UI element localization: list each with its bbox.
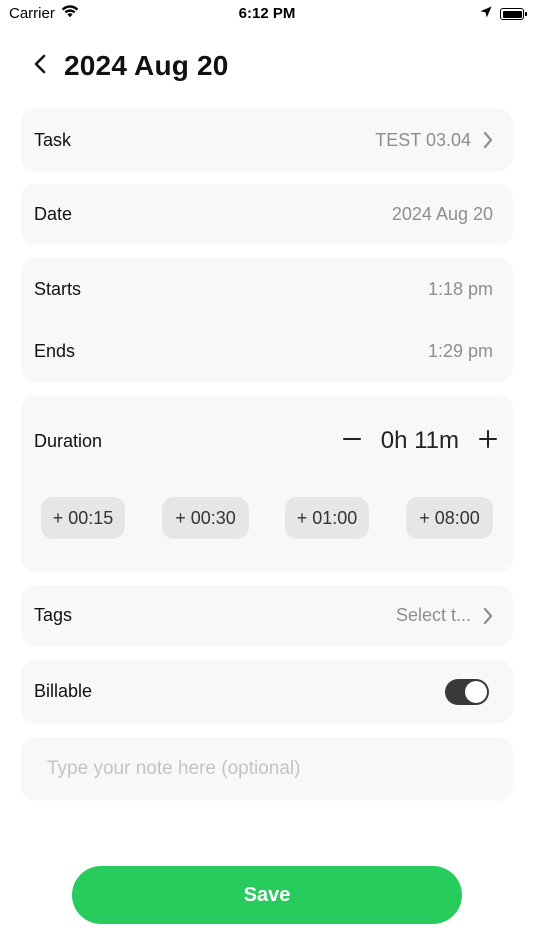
duration-stepper: 0h 11m: [342, 427, 497, 455]
duration-row: Duration 0h 11m: [21, 411, 513, 471]
task-row[interactable]: Task TEST 03.04: [21, 109, 513, 171]
starts-value: 1:18 pm: [427, 278, 493, 299]
billable-row: Billable: [21, 660, 513, 723]
billable-label: Billable: [34, 681, 93, 701]
battery-icon: [500, 8, 527, 20]
billable-card: Billable: [21, 660, 513, 723]
chevron-right-icon: [483, 131, 493, 149]
starts-label: Starts: [34, 278, 82, 299]
date-card[interactable]: Date 2024 Aug 20: [21, 184, 513, 245]
note-input[interactable]: [21, 737, 513, 801]
date-value: 2024 Aug 20: [391, 204, 493, 224]
toggle-knob: [465, 680, 487, 703]
quick-add-15m-button[interactable]: + 00:15: [41, 497, 125, 539]
status-bar: Carrier 6:12 PM: [0, 0, 534, 28]
duration-label: Duration: [34, 430, 103, 451]
date-label: Date: [34, 204, 73, 224]
location-arrow-icon: [480, 5, 492, 23]
tags-card[interactable]: Tags Select t...: [21, 585, 513, 646]
note-card: [21, 737, 513, 801]
ends-row[interactable]: Ends 1:29 pm: [21, 320, 513, 382]
tags-label: Tags: [34, 605, 73, 625]
chevron-right-icon: [483, 607, 493, 625]
task-value: TEST 03.04: [375, 129, 471, 150]
page-title: 2024 Aug 20: [64, 50, 229, 81]
increase-duration-button[interactable]: [479, 429, 497, 453]
tags-row[interactable]: Tags Select t...: [21, 585, 513, 646]
minus-icon: [342, 430, 361, 453]
decrease-duration-button[interactable]: [342, 430, 361, 453]
plus-icon: [479, 429, 497, 453]
billable-toggle[interactable]: [445, 678, 489, 705]
time-entry-screen: Carrier 6:12 PM 2024 Aug 20 Task TEST 03…: [0, 0, 534, 950]
back-button[interactable]: [34, 48, 50, 84]
quick-add-8h-button[interactable]: + 08:00: [406, 497, 493, 539]
task-card[interactable]: Task TEST 03.04: [21, 109, 513, 171]
quick-add-30m-button[interactable]: + 00:30: [162, 497, 249, 539]
time-range-card: Starts 1:18 pm Ends 1:29 pm: [21, 258, 513, 382]
chevron-left-icon: [34, 54, 46, 79]
task-label: Task: [34, 129, 72, 150]
quick-add-1h-button[interactable]: + 01:00: [285, 497, 369, 539]
ends-label: Ends: [34, 340, 76, 361]
tags-value: Select t...: [395, 605, 471, 625]
date-row[interactable]: Date 2024 Aug 20: [21, 184, 513, 245]
status-time: 6:12 PM: [238, 5, 296, 22]
starts-row[interactable]: Starts 1:18 pm: [21, 258, 513, 320]
duration-card: Duration 0h 11m + 00:15 + 00:30 + 01:00 …: [21, 395, 513, 572]
page-header: 2024 Aug 20: [34, 48, 229, 84]
duration-value: 0h 11m: [380, 427, 459, 454]
save-button[interactable]: Save: [72, 866, 462, 924]
ends-value: 1:29 pm: [427, 340, 493, 361]
